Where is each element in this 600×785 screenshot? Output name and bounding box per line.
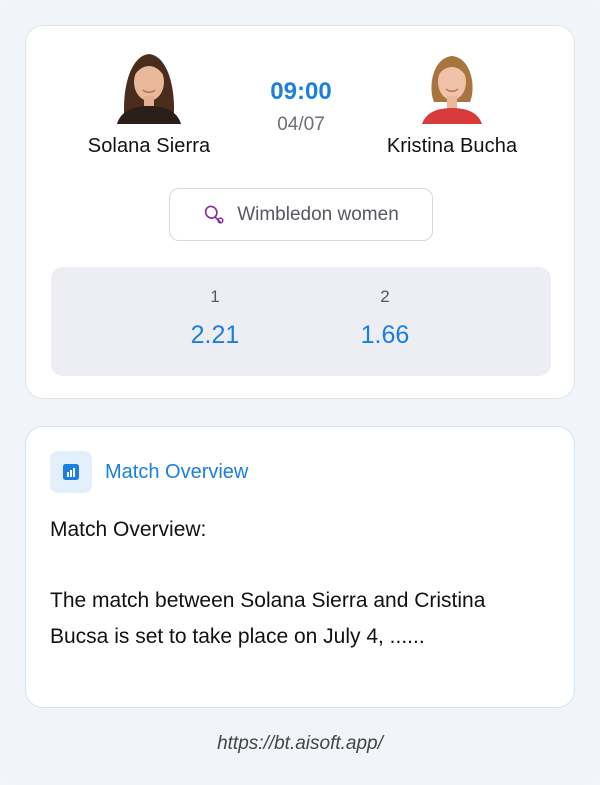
odds-panel: 1 2.21 2 1.66 [51, 267, 551, 376]
player-home: Solana Sierra [49, 48, 249, 158]
page: Solana Sierra 09:00 04/07 Kristina Bucha… [0, 0, 600, 785]
odd-away-label: 2 [380, 287, 390, 306]
player-away-avatar [422, 56, 482, 124]
tournament-button[interactable]: Wimbledon women [169, 188, 433, 241]
bar-chart-icon [50, 451, 92, 493]
match-card: Solana Sierra 09:00 04/07 Kristina Bucha… [25, 25, 575, 399]
odd-home-value: 2.21 [190, 321, 240, 349]
odd-home[interactable]: 1 2.21 [155, 287, 275, 350]
player-home-avatar [117, 54, 181, 124]
player-away-name: Kristina Bucha [386, 135, 518, 157]
overview-header: Match Overview [50, 451, 248, 493]
odd-away[interactable]: 2 1.66 [325, 287, 445, 350]
footer-url[interactable]: https://bt.aisoft.app/ [0, 733, 600, 755]
overview-card: Match Overview Match Overview: The match… [25, 426, 575, 708]
overview-title: Match Overview [105, 460, 249, 483]
odd-away-value: 1.66 [360, 321, 410, 349]
tournament-label: Wimbledon women [237, 203, 399, 225]
player-away: Kristina Bucha [352, 48, 552, 158]
tennis-racket-icon [205, 205, 224, 224]
player-home-name: Solana Sierra [87, 135, 211, 157]
overview-text: Match Overview: The match between Solana… [50, 518, 486, 648]
odd-home-label: 1 [210, 287, 220, 306]
